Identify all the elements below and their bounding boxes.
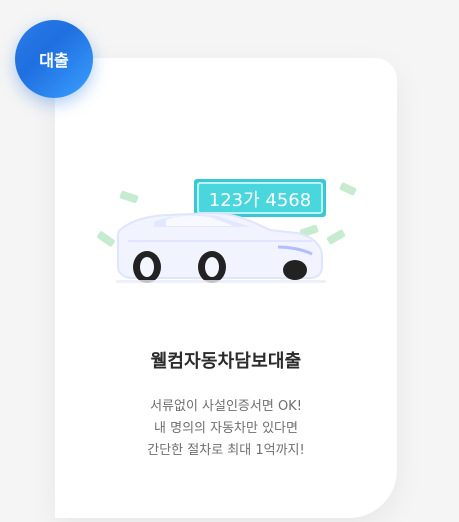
plate-number: 123가 4568 bbox=[209, 190, 311, 211]
product-title: 웰컴자동차담보대출 bbox=[150, 351, 302, 372]
wheel bbox=[133, 251, 161, 283]
product-description: 서류없이 사설인증서면 OK! 내 명의의 자동차만 있다면 간단한 절차로 최… bbox=[55, 396, 397, 462]
description-line: 간단한 절차로 최대 1억까지! bbox=[147, 443, 305, 458]
wheel bbox=[198, 251, 226, 283]
license-plate: 123가 4568 bbox=[194, 179, 326, 217]
loan-badge-label: 대출 bbox=[39, 51, 69, 70]
car-illustration: 123가 4568 bbox=[92, 175, 362, 290]
wheel bbox=[283, 260, 307, 280]
description-line: 서류없이 사설인증서면 OK! bbox=[150, 399, 302, 414]
description-line: 내 명의의 자동차만 있다면 bbox=[154, 421, 298, 436]
loan-badge: 대출 bbox=[15, 20, 93, 98]
